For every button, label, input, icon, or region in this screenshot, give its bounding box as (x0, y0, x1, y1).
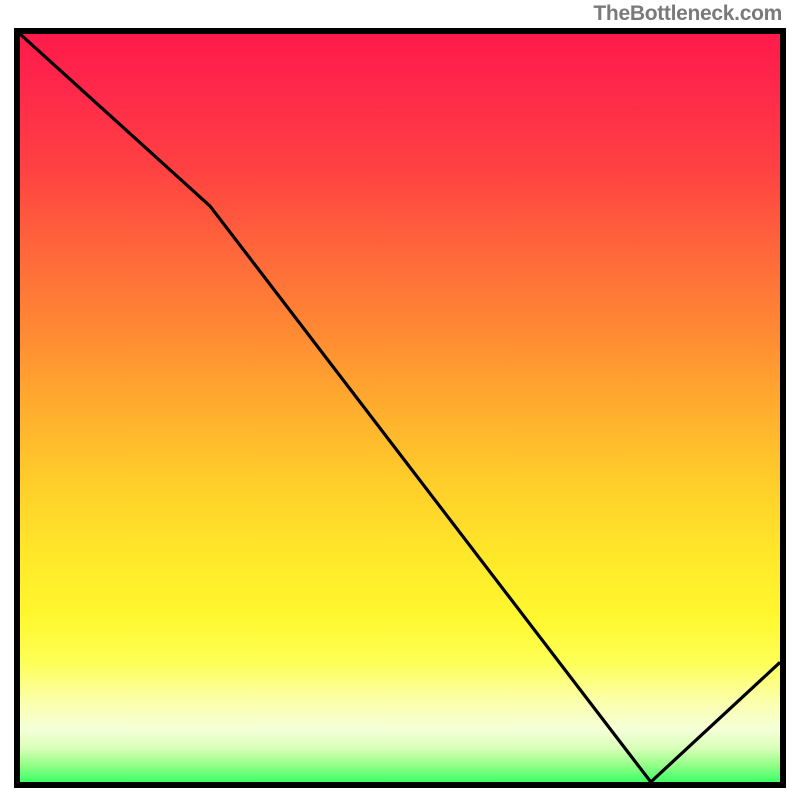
chart-container (14, 28, 786, 788)
chart-frame-border (14, 28, 786, 788)
attribution-text: TheBottleneck.com (593, 2, 782, 26)
